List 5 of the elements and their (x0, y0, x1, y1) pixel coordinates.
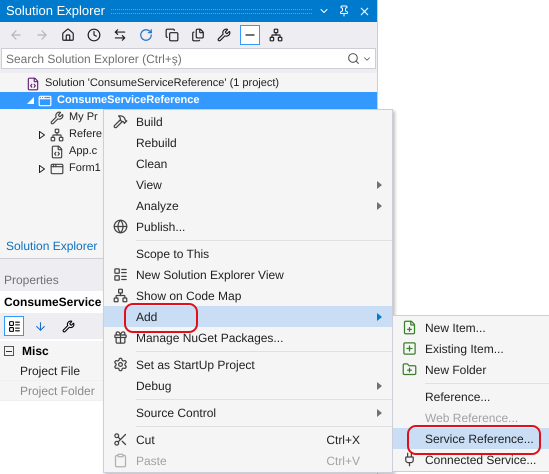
category-label: Misc (22, 343, 49, 360)
property-name: Project Folder (20, 382, 95, 400)
panel-title: Properties (4, 272, 59, 289)
window-title: Solution Explorer (6, 2, 105, 20)
property-name: Project File (20, 362, 80, 380)
